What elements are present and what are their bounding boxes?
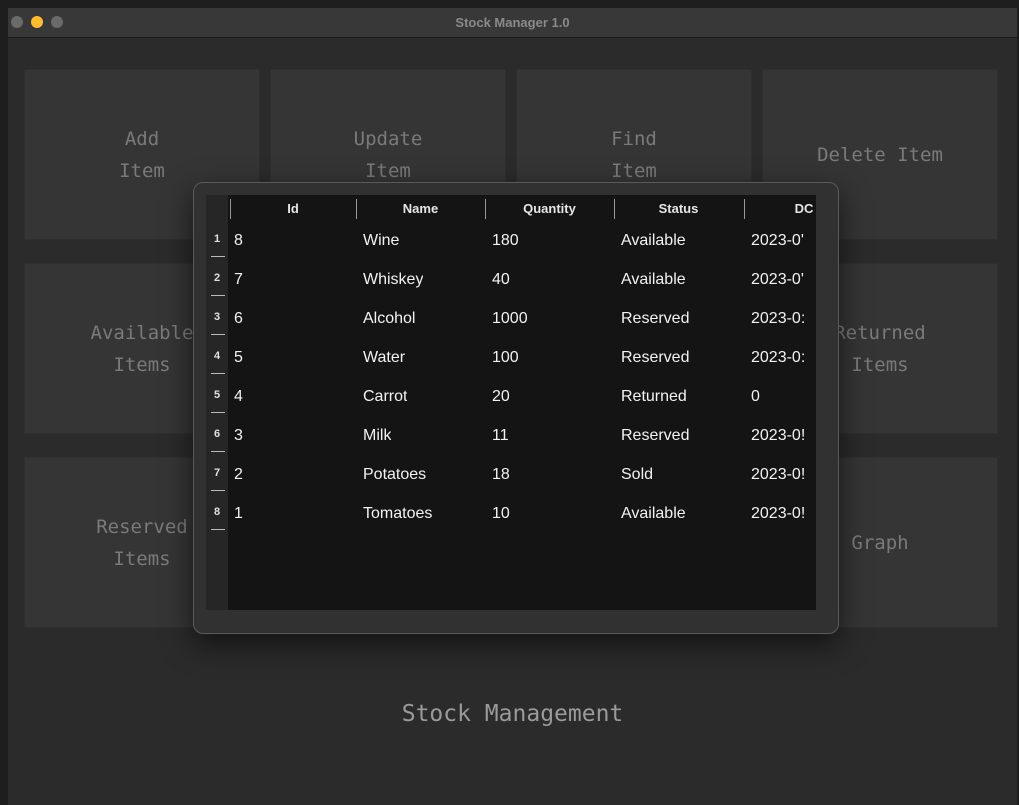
window-title: Stock Manager 1.0 xyxy=(455,15,570,30)
cell-name[interactable]: Potatoes xyxy=(363,457,426,496)
cell-quantity[interactable]: 18 xyxy=(492,457,510,496)
table-row[interactable]: 1 8 Wine 180 Available 2023-0' xyxy=(206,223,816,262)
cell-id[interactable]: 2 xyxy=(234,457,243,496)
table-row[interactable]: 5 4 Carrot 20 Returned 0 xyxy=(206,379,816,418)
cell-name[interactable]: Wine xyxy=(363,223,399,262)
row-number[interactable]: 2 xyxy=(206,262,228,301)
table-row[interactable]: 4 5 Water 100 Reserved 2023-0: xyxy=(206,340,816,379)
reserved-items-label-line2: Items xyxy=(113,547,171,570)
table-row[interactable]: 2 7 Whiskey 40 Available 2023-0' xyxy=(206,262,816,301)
cell-status[interactable]: Available xyxy=(621,223,686,262)
cell-status[interactable]: Sold xyxy=(621,457,653,496)
cell-status[interactable]: Available xyxy=(621,496,686,535)
cell-date[interactable]: 2023-0: xyxy=(751,301,816,340)
cell-status[interactable]: Available xyxy=(621,262,686,301)
available-items-label-line1: Available xyxy=(90,321,194,344)
cell-quantity[interactable]: 180 xyxy=(492,223,519,262)
cell-quantity[interactable]: 100 xyxy=(492,340,519,379)
cell-id[interactable]: 8 xyxy=(234,223,243,262)
cell-id[interactable]: 5 xyxy=(234,340,243,379)
reserved-items-label-line1: Reserved xyxy=(96,515,188,538)
items-table[interactable]: Id Name Quantity Status DC 1 8 Wine 180 … xyxy=(206,195,816,610)
cell-name[interactable]: Whiskey xyxy=(363,262,423,301)
column-header-date[interactable]: DC xyxy=(744,199,816,219)
column-header-name[interactable]: Name xyxy=(356,199,485,219)
table-row[interactable]: 8 1 Tomatoes 10 Available 2023-0! xyxy=(206,496,816,535)
cell-quantity[interactable]: 10 xyxy=(492,496,510,535)
row-number[interactable]: 5 xyxy=(206,379,228,418)
title-bar: Stock Manager 1.0 xyxy=(8,8,1017,38)
cell-name[interactable]: Tomatoes xyxy=(363,496,432,535)
add-item-label-line1: Add xyxy=(124,127,160,150)
cell-status[interactable]: Reserved xyxy=(621,418,689,457)
cell-date[interactable]: 2023-0' xyxy=(751,262,816,301)
items-table-dialog: Id Name Quantity Status DC 1 8 Wine 180 … xyxy=(193,182,839,634)
column-header-quantity[interactable]: Quantity xyxy=(485,199,614,219)
cell-date[interactable]: 2023-0! xyxy=(751,457,816,496)
row-number[interactable]: 1 xyxy=(206,223,228,262)
cell-id[interactable]: 4 xyxy=(234,379,243,418)
cell-name[interactable]: Milk xyxy=(363,418,391,457)
cell-id[interactable]: 7 xyxy=(234,262,243,301)
column-header-id[interactable]: Id xyxy=(230,199,356,219)
column-header-status[interactable]: Status xyxy=(614,199,743,219)
footer-title: Stock Management xyxy=(401,701,624,727)
cell-quantity[interactable]: 11 xyxy=(492,418,509,457)
row-number[interactable]: 8 xyxy=(206,496,228,535)
cell-name[interactable]: Carrot xyxy=(363,379,407,418)
delete-item-label: Delete Item xyxy=(817,143,943,166)
returned-items-label-line1: Returned xyxy=(834,321,926,344)
cell-date[interactable]: 2023-0! xyxy=(751,418,816,457)
row-number[interactable]: 6 xyxy=(206,418,228,457)
cell-id[interactable]: 6 xyxy=(234,301,243,340)
cell-name[interactable]: Water xyxy=(363,340,405,379)
table-body: 1 8 Wine 180 Available 2023-0' 2 7 Whisk… xyxy=(206,223,816,535)
table-header: Id Name Quantity Status DC xyxy=(228,195,816,223)
cell-quantity[interactable]: 1000 xyxy=(492,301,528,340)
row-number[interactable]: 7 xyxy=(206,457,228,496)
cell-id[interactable]: 3 xyxy=(234,418,243,457)
returned-items-label-line2: Items xyxy=(851,353,909,376)
add-item-label-line2: Item xyxy=(119,159,165,182)
update-item-label-line1: Update xyxy=(353,127,423,150)
cell-quantity[interactable]: 20 xyxy=(492,379,510,418)
find-item-label-line1: Find xyxy=(611,127,657,150)
cell-date[interactable]: 0 xyxy=(751,379,816,418)
cell-date[interactable]: 2023-0: xyxy=(751,340,816,379)
cell-date[interactable]: 2023-0' xyxy=(751,223,816,262)
table-row[interactable]: 6 3 Milk 11 Reserved 2023-0! xyxy=(206,418,816,457)
row-number[interactable]: 4 xyxy=(206,340,228,379)
cell-status[interactable]: Returned xyxy=(621,379,687,418)
table-row[interactable]: 7 2 Potatoes 18 Sold 2023-0! xyxy=(206,457,816,496)
cell-date[interactable]: 2023-0! xyxy=(751,496,816,535)
cell-quantity[interactable]: 40 xyxy=(492,262,510,301)
cell-id[interactable]: 1 xyxy=(234,496,243,535)
cell-name[interactable]: Alcohol xyxy=(363,301,415,340)
graph-label: Graph xyxy=(851,531,909,554)
cell-status[interactable]: Reserved xyxy=(621,340,689,379)
row-number[interactable]: 3 xyxy=(206,301,228,340)
cell-status[interactable]: Reserved xyxy=(621,301,689,340)
table-row[interactable]: 3 6 Alcohol 1000 Reserved 2023-0: xyxy=(206,301,816,340)
available-items-label-line2: Items xyxy=(113,353,171,376)
